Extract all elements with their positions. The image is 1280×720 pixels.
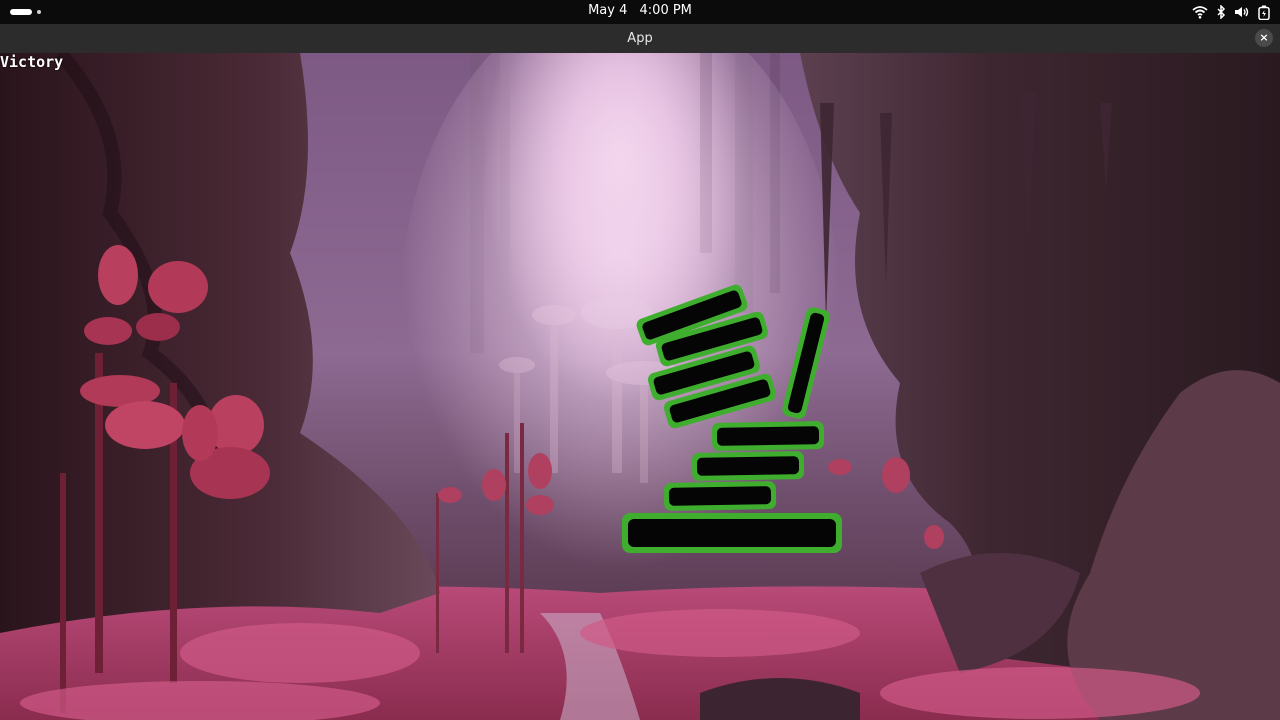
window-title: App bbox=[627, 31, 653, 46]
time-text: 4:00 PM bbox=[639, 3, 692, 18]
close-button[interactable]: × bbox=[1255, 29, 1273, 47]
tower-block bbox=[663, 481, 777, 511]
tower-block bbox=[711, 421, 825, 451]
system-tray[interactable] bbox=[1192, 4, 1270, 20]
date-text: May 4 bbox=[588, 3, 628, 18]
battery-icon[interactable] bbox=[1258, 5, 1270, 20]
tower-block bbox=[622, 513, 842, 553]
bluetooth-icon[interactable] bbox=[1216, 5, 1226, 19]
game-viewport[interactable]: Victory bbox=[0, 53, 1280, 720]
game-scene bbox=[0, 53, 1280, 720]
tower-block bbox=[691, 451, 805, 481]
system-bar: May 4 4:00 PM bbox=[0, 0, 1280, 24]
window-titlebar: App × bbox=[0, 24, 1280, 54]
wifi-icon[interactable] bbox=[1192, 5, 1208, 19]
victory-status-text: Victory bbox=[0, 53, 64, 71]
volume-icon[interactable] bbox=[1234, 5, 1250, 19]
clock[interactable]: May 4 4:00 PM bbox=[0, 3, 1280, 18]
